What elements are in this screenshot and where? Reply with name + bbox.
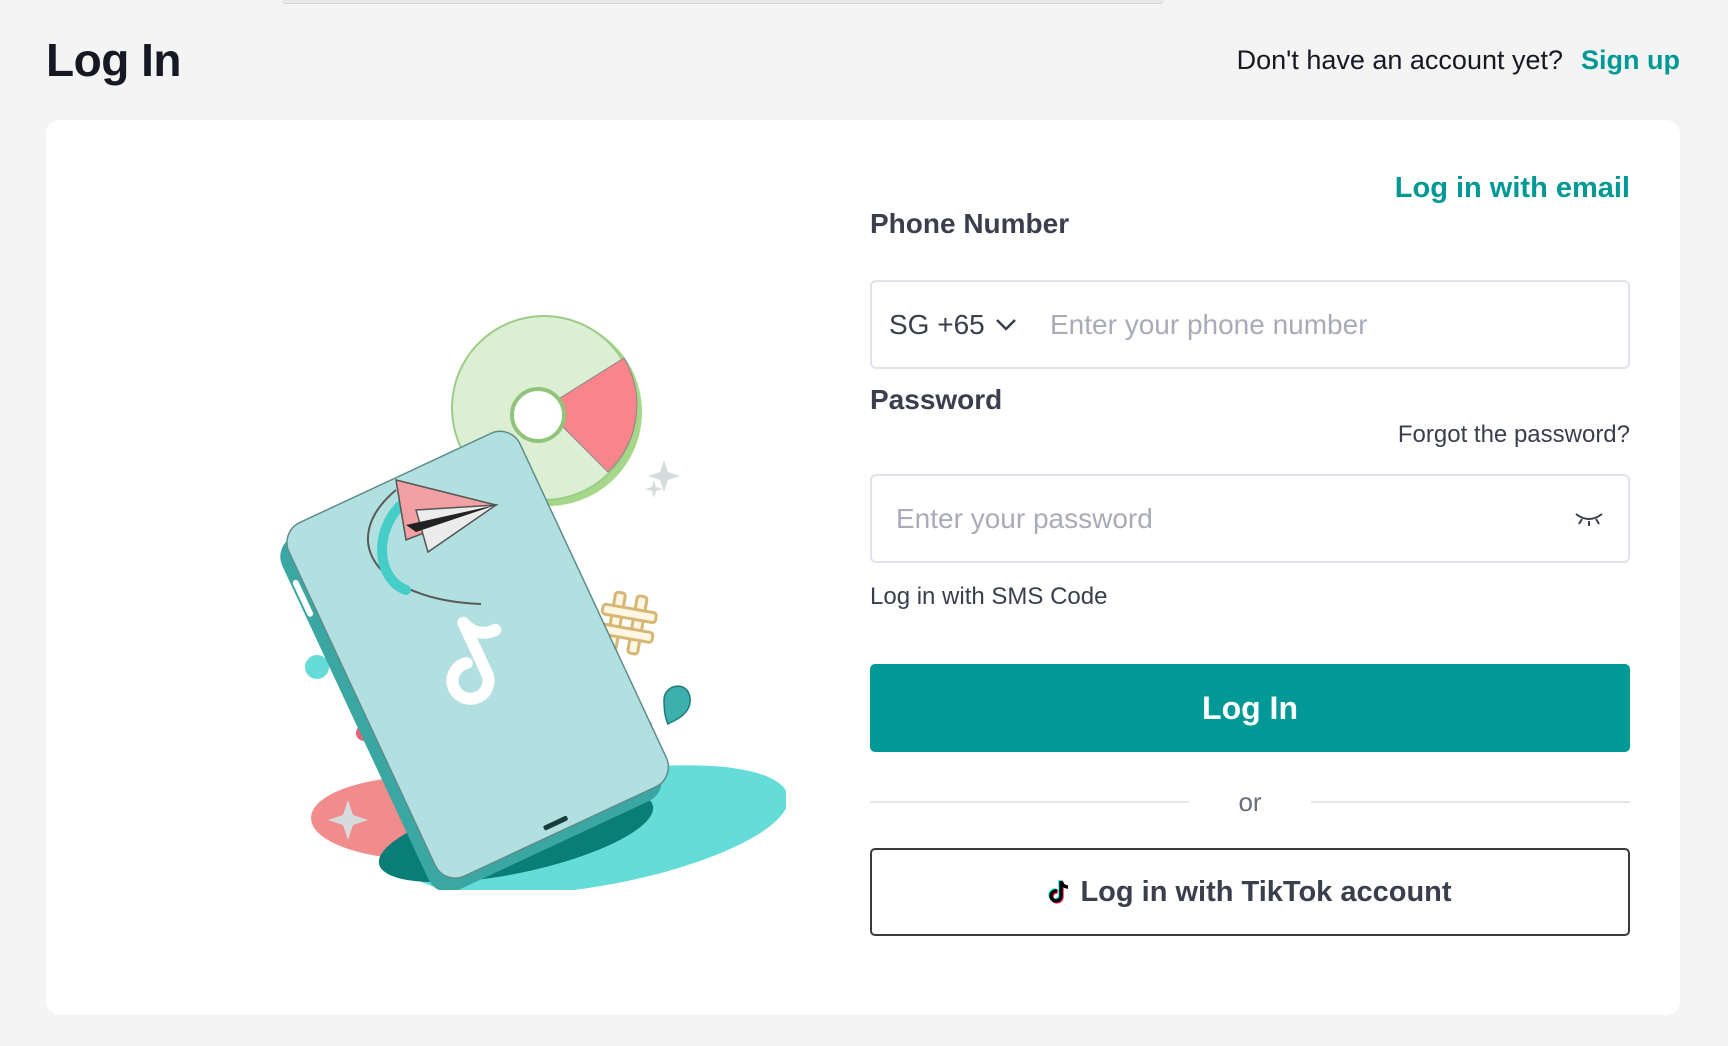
divider-line (1311, 801, 1630, 803)
password-label: Password (870, 384, 1003, 415)
signup-prompt: Don't have an account yet? Sign up (1237, 45, 1680, 76)
page-title: Log In (46, 34, 181, 86)
or-divider: or (870, 782, 1630, 822)
phone-illustration (280, 315, 786, 890)
divider-text: or (1238, 786, 1262, 817)
tiktok-login-button[interactable]: Log in with TikTok account (870, 848, 1630, 936)
signup-prompt-text: Don't have an account yet? (1236, 44, 1564, 75)
phone-field: SG +65 (870, 280, 1630, 369)
tiktok-logo-icon (1048, 880, 1069, 904)
page-header: Log In Don't have an account yet? Sign u… (46, 30, 1680, 90)
top-overlay-strip (282, 0, 1164, 4)
chevron-down-icon (995, 318, 1016, 331)
divider-line (870, 801, 1189, 803)
login-button[interactable]: Log In (870, 664, 1630, 752)
phone-label: Phone Number (870, 208, 1070, 239)
country-code-value: SG +65 (889, 308, 985, 340)
eye-closed-icon[interactable] (1574, 510, 1604, 528)
login-card: Log in with email Phone Number SG +65 Pa… (46, 120, 1680, 1015)
sms-code-link[interactable]: Log in with SMS Code (870, 583, 1107, 611)
tiktok-login-label: Log in with TikTok account (1080, 875, 1452, 908)
login-with-email-link[interactable]: Log in with email (1395, 172, 1630, 205)
password-field (870, 474, 1630, 563)
country-code-select[interactable]: SG +65 (872, 309, 1050, 341)
signup-link[interactable]: Sign up (1581, 45, 1680, 76)
phone-input[interactable] (1050, 282, 1628, 367)
password-input[interactable] (896, 476, 1574, 561)
forgot-password-link[interactable]: Forgot the password? (1398, 421, 1630, 449)
